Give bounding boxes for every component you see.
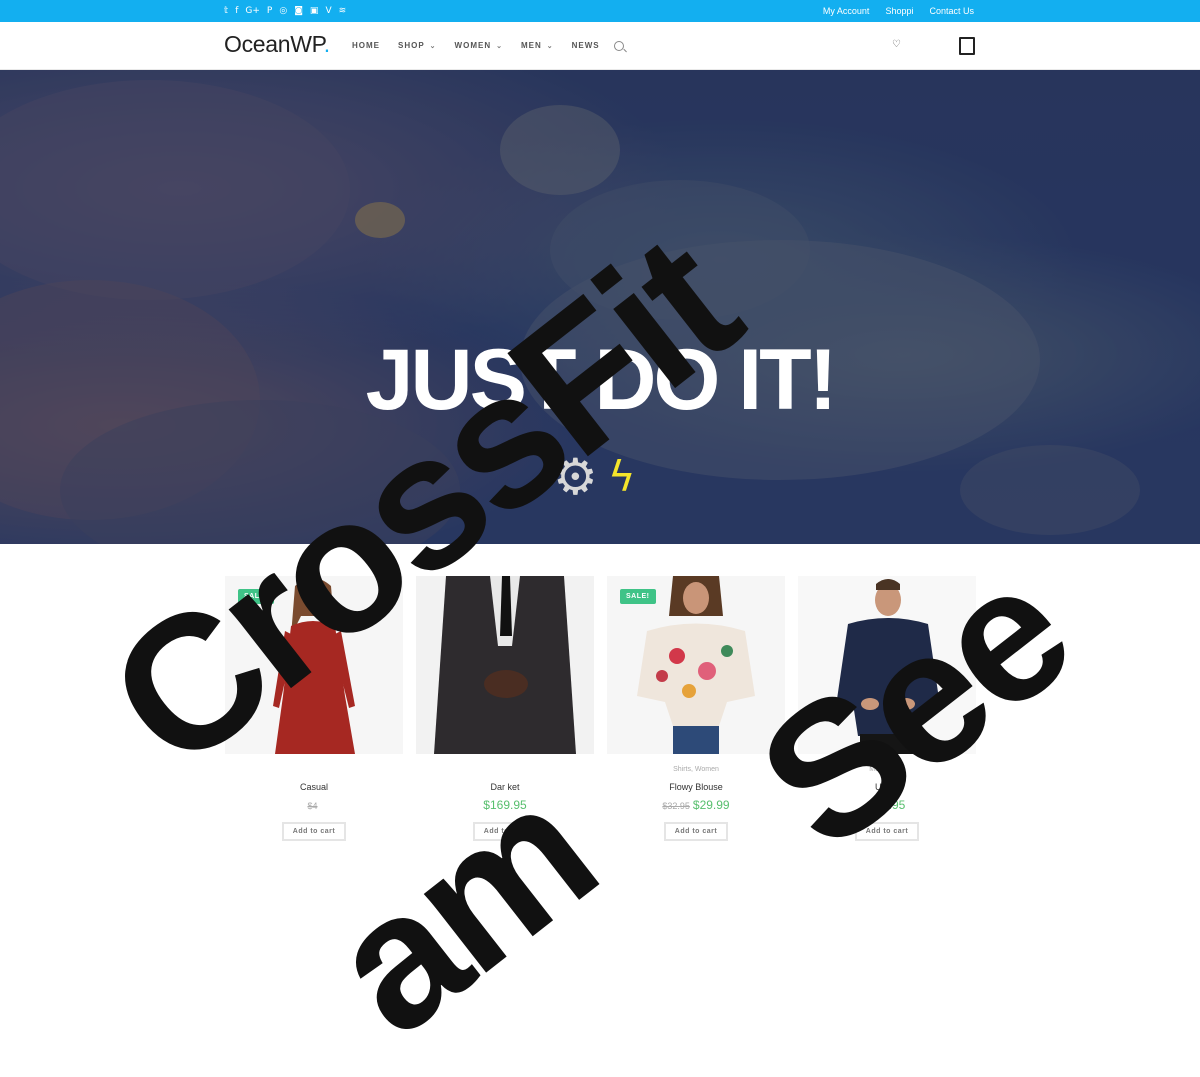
product-category[interactable] [416, 766, 594, 776]
twitter-icon[interactable]: 𝕥 [224, 0, 228, 22]
sale-price: $29.99 [692, 798, 730, 812]
vimeo-icon[interactable]: V [325, 0, 331, 22]
usher-shirt-figure [798, 576, 976, 754]
search-icon[interactable] [613, 40, 624, 51]
nav-item-women[interactable]: WOMEN ⌄ [455, 41, 503, 50]
add-to-cart-button[interactable]: Add to cart [473, 822, 537, 841]
product-image[interactable] [798, 576, 976, 754]
product-category[interactable] [225, 766, 403, 776]
dark-jacket-figure [416, 576, 594, 754]
product-category[interactable]: Men, Shirts [798, 766, 976, 776]
gear-icon: ⚙ [553, 448, 598, 506]
logo-dot: . [323, 31, 330, 57]
hero-title: JUST DO IT! [365, 332, 838, 428]
add-to-cart-button[interactable]: Add to cart [855, 822, 919, 841]
contact-us-link[interactable]: Contact Us [929, 0, 974, 22]
social-links: 𝕥 f G+ P ◎ ◙ ▣ V ≋ [224, 0, 346, 22]
product-category[interactable]: Shirts, Women [607, 766, 785, 776]
nav-item-news[interactable]: NEWS [572, 41, 600, 50]
product-image[interactable] [416, 576, 594, 754]
nav-label: HOME [352, 41, 380, 50]
youtube-icon[interactable]: ▣ [310, 0, 319, 22]
nav-item-shop[interactable]: SHOP ⌄ [398, 41, 437, 50]
product-card: SALE! Casual $4 Add to cart [225, 576, 403, 841]
product-image[interactable]: SALE! [607, 576, 785, 754]
product-price: $4 [225, 798, 403, 812]
nav-label: MEN [520, 41, 542, 50]
dribbble-icon[interactable]: ◎ [279, 0, 287, 22]
old-price: $32.95 [662, 801, 690, 811]
my-account-link[interactable]: My Account [823, 0, 870, 22]
sale-price: $169.95 [483, 798, 527, 812]
nav-label: WOMEN [454, 41, 492, 50]
rss-icon[interactable]: ≋ [339, 0, 347, 22]
chevron-down-icon: ⌄ [496, 42, 503, 50]
product-price: $32.95 $29.99 [607, 798, 785, 812]
product-name[interactable]: Dar ket [416, 782, 594, 792]
wishlist-heart-icon[interactable]: ♡ [892, 39, 901, 50]
old-price: $4 [307, 801, 318, 811]
nav-label: SHOP [398, 41, 425, 50]
chevron-down-icon: ⌄ [546, 42, 554, 50]
nav-label: NEWS [571, 41, 600, 50]
top-links: My Account Shoppi Contact Us [823, 0, 974, 22]
chevron-down-icon: ⌄ [429, 42, 437, 50]
nav-item-home[interactable]: HOME [352, 41, 380, 50]
nav-item-men[interactable]: MEN ⌄ [521, 41, 554, 50]
pinterest-icon[interactable]: P [267, 0, 272, 22]
product-price: $169.95 [416, 798, 594, 812]
sale-badge: SALE! [620, 589, 656, 604]
hero-icons: ⚙ ϟ [553, 452, 636, 502]
top-bar: 𝕥 f G+ P ◎ ◙ ▣ V ≋ My Account Shoppi Con… [0, 0, 1200, 22]
sale-price: $74.95 [868, 798, 906, 812]
add-to-cart-button[interactable]: Add to cart [282, 822, 346, 841]
product-price: $74.95 [798, 798, 976, 812]
sale-badge: SALE! [238, 589, 274, 604]
site-header: OceanWP. HOME SHOP ⌄ WOMEN ⌄ MEN ⌄ NEWS ♡ [0, 22, 1200, 70]
product-image[interactable]: SALE! [225, 576, 403, 754]
site-logo[interactable]: OceanWP. [224, 31, 330, 58]
product-card: SALE! Shirts, Women Flowy Blouse $32.95 $… [607, 576, 785, 841]
product-card: Dar ket $169.95 Add to cart [416, 576, 594, 841]
product-card: Men, Shirts Usher $74.95 Add to cart [798, 576, 976, 841]
lightning-icon: ϟ [607, 452, 636, 501]
logo-text: OceanWP [224, 31, 324, 57]
main-nav: HOME SHOP ⌄ WOMEN ⌄ MEN ⌄ NEWS [352, 22, 624, 69]
facebook-icon[interactable]: f [235, 0, 238, 22]
cart-bag-icon[interactable] [959, 37, 975, 55]
product-name[interactable]: Casual [225, 782, 403, 792]
add-to-cart-button[interactable]: Add to cart [664, 822, 728, 841]
shopping-link[interactable]: Shoppi [885, 0, 913, 22]
product-name[interactable]: Flowy Blouse [607, 782, 785, 792]
google-plus-icon[interactable]: G+ [245, 0, 260, 22]
instagram-icon[interactable]: ◙ [294, 0, 303, 22]
product-name[interactable]: Usher [798, 782, 976, 792]
